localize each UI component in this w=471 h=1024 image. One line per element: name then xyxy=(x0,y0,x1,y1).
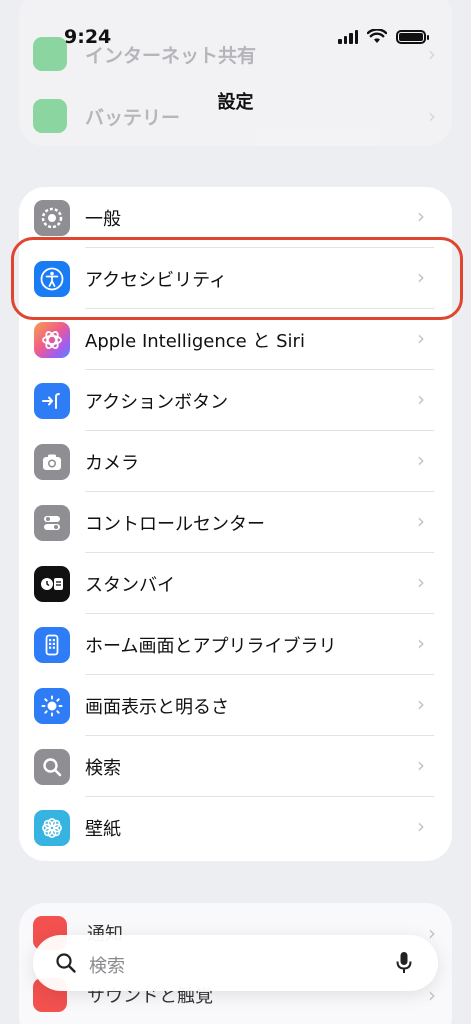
chevron-right-icon: › xyxy=(417,570,425,594)
camera-icon xyxy=(34,444,70,480)
wallpaper-icon xyxy=(34,810,70,846)
chevron-right-icon: › xyxy=(417,814,425,838)
chevron-right-icon: › xyxy=(417,204,425,228)
row-label: アクセシビリティ xyxy=(85,270,228,291)
settings-row-search[interactable]: 検索 › xyxy=(19,736,452,797)
status-icons xyxy=(338,29,429,44)
chevron-right-icon: › xyxy=(417,387,425,411)
search-bar[interactable]: 検索 xyxy=(33,935,438,991)
row-label: 壁紙 xyxy=(85,819,121,840)
accessibility-icon xyxy=(34,261,70,297)
row-label: コントロールセンター xyxy=(85,514,265,535)
settings-row-action-button[interactable]: アクションボタン › xyxy=(19,370,452,431)
cellular-signal-icon xyxy=(338,29,358,44)
row-label: 一般 xyxy=(85,209,121,230)
home-screen-icon xyxy=(34,627,70,663)
chevron-right-icon: › xyxy=(417,448,425,472)
row-label: ホーム画面とアプリライブラリ xyxy=(85,636,337,657)
settings-row-control-center[interactable]: コントロールセンター › xyxy=(19,492,452,553)
settings-row-general[interactable]: 一般 › xyxy=(19,187,452,248)
magnifier-icon xyxy=(56,953,76,973)
chevron-right-icon: › xyxy=(428,921,436,945)
apple-intelligence-icon xyxy=(34,322,70,358)
gear-icon xyxy=(34,200,70,236)
chevron-right-icon: › xyxy=(428,983,436,1007)
standby-icon xyxy=(34,566,70,602)
control-center-icon xyxy=(34,505,70,541)
row-label: Apple Intelligence と Siri xyxy=(85,331,305,352)
settings-screen: インターネット共有 › バッテリー › 9:24 設定 一般 › アクセシビリテ… xyxy=(0,0,471,1024)
settings-row-apple-intelligence[interactable]: Apple Intelligence と Siri › xyxy=(19,309,452,370)
row-label: アクションボタン xyxy=(85,392,229,413)
brightness-icon xyxy=(34,688,70,724)
search-placeholder: 検索 xyxy=(89,956,125,977)
chevron-right-icon: › xyxy=(417,509,425,533)
settings-row-camera[interactable]: カメラ › xyxy=(19,431,452,492)
status-time: 9:24 xyxy=(64,26,112,48)
settings-row-accessibility[interactable]: アクセシビリティ › xyxy=(19,248,452,309)
settings-row-standby[interactable]: スタンバイ › xyxy=(19,553,452,614)
chevron-right-icon: › xyxy=(417,265,425,289)
chevron-right-icon: › xyxy=(417,753,425,777)
chevron-right-icon: › xyxy=(417,692,425,716)
settings-row-home-screen[interactable]: ホーム画面とアプリライブラリ › xyxy=(19,614,452,675)
main-settings-group: 一般 › アクセシビリティ › Apple Intelligence と Sir… xyxy=(19,187,452,861)
row-label: カメラ xyxy=(85,453,139,474)
row-label: 画面表示と明るさ xyxy=(85,697,229,718)
wifi-icon xyxy=(367,29,387,43)
page-title: 設定 xyxy=(217,92,254,113)
microphone-icon[interactable] xyxy=(395,950,413,976)
search-icon xyxy=(34,749,70,785)
settings-row-wallpaper[interactable]: 壁紙 › xyxy=(19,797,452,858)
battery-status-icon xyxy=(396,29,429,44)
settings-row-display-brightness[interactable]: 画面表示と明るさ › xyxy=(19,675,452,736)
chevron-right-icon: › xyxy=(417,631,425,655)
row-label: スタンバイ xyxy=(85,575,175,596)
status-bar: 9:24 xyxy=(0,0,471,76)
action-button-icon xyxy=(34,383,70,419)
row-label: 検索 xyxy=(85,758,121,779)
chevron-right-icon: › xyxy=(417,326,425,350)
